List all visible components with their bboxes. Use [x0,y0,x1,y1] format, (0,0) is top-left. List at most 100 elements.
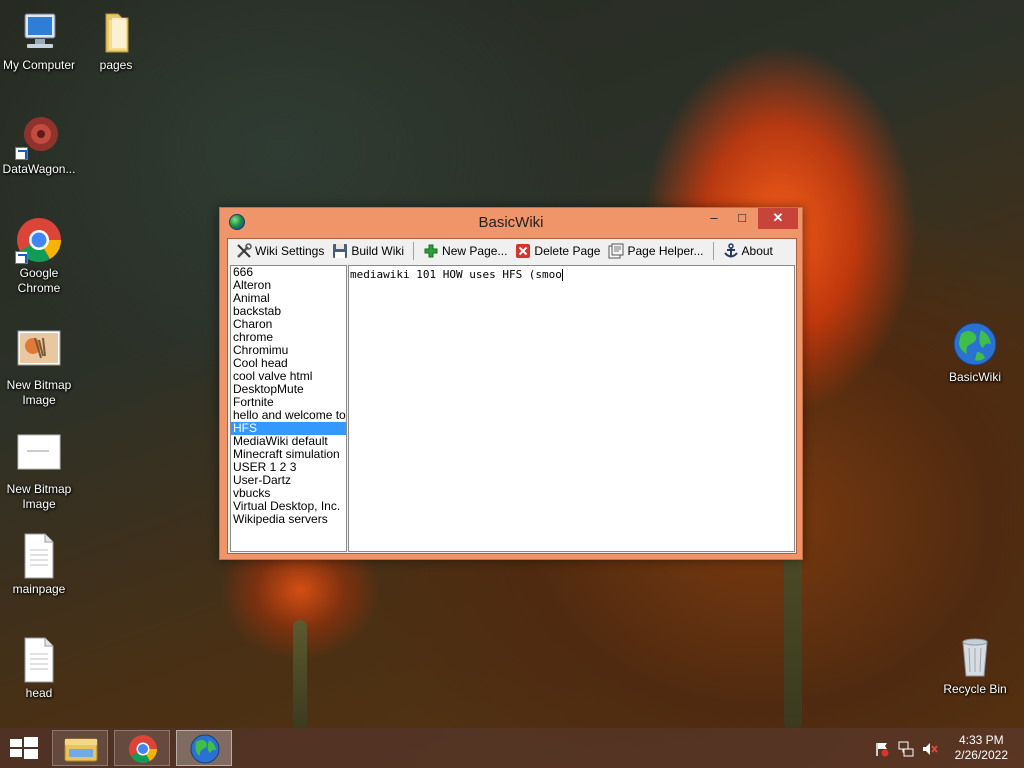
clock-time: 4:33 PM [958,733,1004,747]
list-item[interactable]: chrome [231,331,346,344]
shortcut-arrow-icon [15,147,28,160]
page-helper-button[interactable]: Page Helper... [604,240,707,262]
wiki-settings-button[interactable]: Wiki Settings [232,240,328,262]
desktop-icon-recycle-bin[interactable]: Recycle Bin [936,632,1014,697]
bitmap-image-icon [15,432,63,480]
new-page-button[interactable]: New Page... [419,240,511,262]
list-item[interactable]: Charon [231,318,346,331]
list-item[interactable]: 666 [231,266,346,279]
delete-icon [515,243,531,259]
desktop-icon-label: pages [99,58,133,72]
build-wiki-label: Build Wiki [351,244,405,258]
desktop-icon-label: My Computer [2,58,76,72]
desktop-icon-label: Google Chrome [17,266,61,295]
file-explorer-icon [64,738,98,762]
desktop-icon-label: head [25,686,53,700]
text-file-icon [15,532,63,580]
new-page-label: New Page... [442,244,508,258]
tools-icon [236,243,252,259]
window-titlebar[interactable]: BasicWiki – □ ✕ [220,208,802,238]
page-list[interactable]: 666 Alteron Animal backstab Charon chrom… [230,265,347,552]
windows-logo-icon [24,737,38,747]
desktop-icon-label: New Bitmap Image [6,482,72,511]
desktop-icon-pages[interactable]: pages [77,8,155,73]
windows-logo-icon [24,749,38,759]
action-center-flag-icon[interactable] [874,741,890,757]
taskbar: 4:33 PM 2/26/2022 [0,728,1024,768]
minimize-button[interactable]: – [700,208,728,229]
recycle-bin-icon [951,632,999,680]
build-wiki-button[interactable]: Build Wiki [328,240,408,262]
clock-date: 2/26/2022 [954,748,1008,762]
desktop-icon-new-bitmap-image[interactable]: New Bitmap Image [0,432,78,512]
taskbar-basicwiki[interactable] [176,730,232,766]
bitmap-image-icon [15,328,63,376]
list-item[interactable]: Alteron [231,279,346,292]
floppy-disk-icon [332,243,348,259]
window-client-area: Wiki Settings Build Wiki New Page... Del [227,238,797,554]
flower-stem [293,620,307,730]
anchor-icon [723,243,739,259]
plus-icon [423,243,439,259]
editor-text: mediawiki 101 HOW uses HFS (smoo [350,268,562,281]
list-item[interactable]: Chromimu [231,344,346,357]
basicwiki-window[interactable]: BasicWiki – □ ✕ Wiki Settings Build Wiki [219,207,803,560]
list-item[interactable]: cool valve html [231,370,346,383]
chrome-icon [129,735,157,763]
windows-logo-icon [10,739,22,747]
desktop-icon-basicwiki[interactable]: BasicWiki [936,320,1014,385]
desktop-icon-datawagon[interactable]: DataWagon... [0,112,78,177]
network-icon[interactable] [898,741,914,757]
page-helper-icon [608,243,624,259]
list-item[interactable]: User-Dartz [231,474,346,487]
taskbar-file-explorer[interactable] [52,730,108,766]
delete-page-button[interactable]: Delete Page [511,240,604,262]
desktop-icon-google-chrome[interactable]: Google Chrome [0,216,78,296]
wiki-settings-label: Wiki Settings [255,244,325,258]
taskbar-clock[interactable]: 4:33 PM 2/26/2022 [955,733,1008,763]
list-item[interactable]: Minecraft simulation [231,448,346,461]
desktop-icon-label: BasicWiki [948,370,1001,384]
page-helper-label: Page Helper... [627,244,704,258]
list-item[interactable]: vbucks [231,487,346,500]
list-item[interactable]: USER 1 2 3 [231,461,346,474]
page-editor[interactable]: mediawiki 101 HOW uses HFS (smoo [348,265,795,552]
computer-icon [15,8,63,56]
desktop-icon-mainpage[interactable]: mainpage [0,532,78,597]
list-item[interactable]: Cool head [231,357,346,370]
list-item[interactable]: Virtual Desktop, Inc. [231,500,346,513]
desktop-icon-label: Recycle Bin [943,682,1007,696]
globe-icon [190,734,220,764]
list-item-selected[interactable]: HFS [231,422,346,435]
desktop-icon-my-computer[interactable]: My Computer [0,8,78,73]
desktop-icon-label: New Bitmap Image [6,378,72,407]
list-item[interactable]: DesktopMute [231,383,346,396]
toolbar-separator [712,242,714,260]
volume-muted-icon[interactable] [922,741,938,757]
datawagon-icon [15,112,63,160]
maximize-button[interactable]: □ [728,208,756,229]
list-item[interactable]: Fortnite [231,396,346,409]
globe-icon [951,320,999,368]
desktop-icon-head[interactable]: head [0,636,78,701]
list-item[interactable]: hello and welcome to my [231,409,346,422]
folder-icon [92,8,140,56]
taskbar-chrome[interactable] [114,730,170,766]
windows-logo-icon [10,749,22,757]
text-caret [561,269,563,281]
close-button[interactable]: ✕ [758,208,798,229]
list-item[interactable]: Wikipedia servers [231,513,346,526]
start-button[interactable] [8,736,38,760]
toolbar: Wiki Settings Build Wiki New Page... Del [228,239,796,263]
list-item[interactable]: Animal [231,292,346,305]
shortcut-arrow-icon [15,251,28,264]
toolbar-separator [413,242,415,260]
desktop-icon-new-bitmap-image[interactable]: New Bitmap Image [0,328,78,408]
desktop-icon-label: mainpage [12,582,66,596]
list-item[interactable]: backstab [231,305,346,318]
about-button[interactable]: About [719,240,777,262]
delete-page-label: Delete Page [534,244,601,258]
chrome-icon [15,216,63,264]
list-item[interactable]: MediaWiki default [231,435,346,448]
desktop-icon-label: DataWagon... [2,162,76,176]
